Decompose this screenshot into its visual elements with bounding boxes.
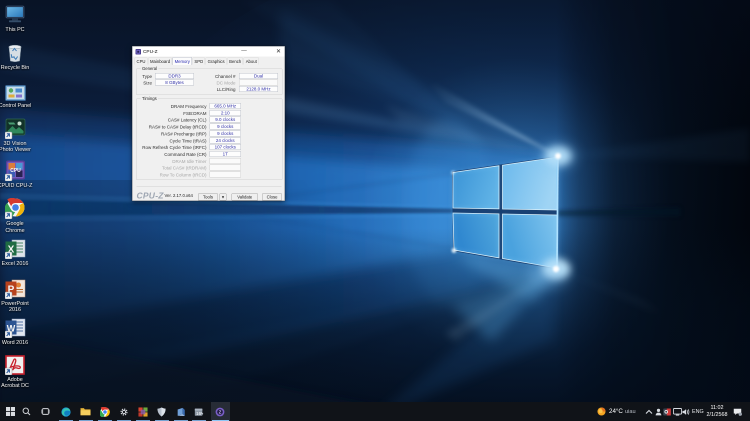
svg-text:CPU: CPU [10, 168, 21, 174]
